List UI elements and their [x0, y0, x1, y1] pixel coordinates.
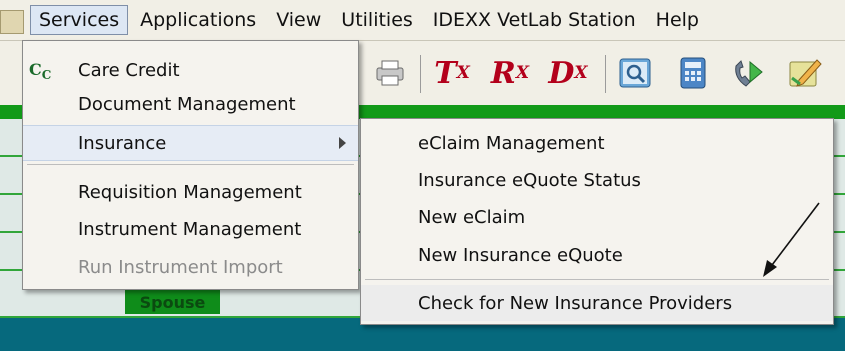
edit-note-icon[interactable] [785, 53, 825, 93]
menu-item-run-instrument-import: Run Instrument Import [78, 256, 283, 278]
submenu-arrow-icon [339, 137, 346, 149]
menu-view[interactable]: View [268, 6, 329, 34]
spouse-tab[interactable]: Spouse [125, 290, 220, 314]
toolbar-separator [420, 55, 421, 93]
menu-separator [27, 164, 354, 165]
dx-button[interactable]: DX [548, 53, 588, 93]
menu-item-insurance[interactable]: Insurance [23, 125, 358, 161]
menu-item-requisition-management[interactable]: Requisition Management [23, 175, 358, 209]
annotation-arrow-icon [763, 202, 820, 277]
menu-idexx-vetlab-station[interactable]: IDEXX VetLab Station [425, 6, 644, 34]
tx-button[interactable]: TX [432, 53, 472, 93]
search-icon[interactable] [615, 53, 655, 93]
menu-services[interactable]: Services [30, 5, 129, 35]
menu-item-care-credit[interactable]: CC Care Credit [23, 53, 358, 87]
phone-icon[interactable] [728, 53, 768, 93]
rx-button[interactable]: RX [490, 53, 530, 93]
care-credit-icon: CC [29, 60, 52, 83]
calculator-icon[interactable] [673, 53, 713, 93]
menu-applications[interactable]: Applications [132, 6, 264, 34]
menu-item-instrument-management[interactable]: Instrument Management [23, 212, 358, 246]
insurance-submenu: eClaim Management Insurance eQuote Statu… [360, 118, 834, 325]
menu-help[interactable]: Help [648, 6, 707, 34]
menu-item-document-management[interactable]: Document Management [23, 87, 358, 121]
services-menu: CC Care Credit Document Management Insur… [22, 40, 359, 290]
menu-bar: Services Applications View Utilities IDE… [0, 0, 845, 41]
app-system-icon[interactable] [0, 10, 24, 34]
menu-utilities[interactable]: Utilities [333, 6, 421, 34]
toolbar-separator [605, 55, 606, 93]
printer-icon[interactable] [370, 53, 410, 93]
